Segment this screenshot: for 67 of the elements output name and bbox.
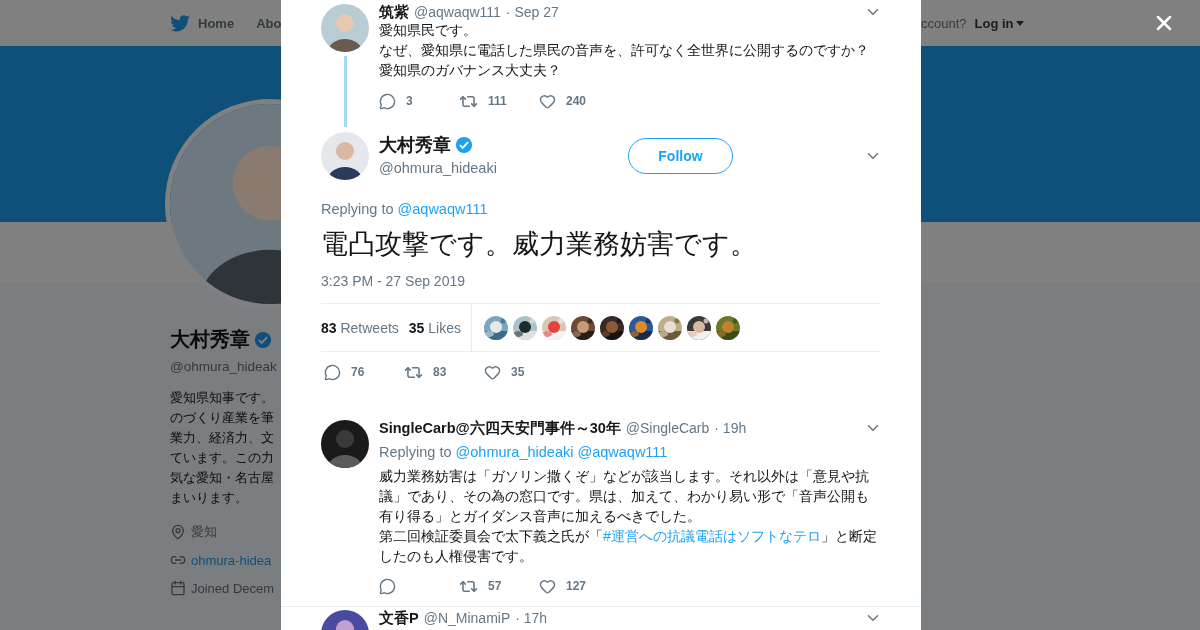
tweet-text: 議」であり、その為の窓口です。県は、加えて、わかり易い形で「音声公開も <box>379 487 870 506</box>
location-icon <box>170 524 186 540</box>
caret-icon <box>1015 20 1024 26</box>
bio-text: ています。この力 <box>170 449 275 467</box>
author-handle[interactable]: @N_MinamiP <box>423 610 511 626</box>
like-button[interactable]: 35 <box>484 363 525 381</box>
joined-date: Joined Decem <box>191 580 275 596</box>
avatar <box>321 4 369 52</box>
bird-icon <box>170 14 190 32</box>
bio-text: のづくり産業を筆 <box>170 409 275 427</box>
like-button[interactable]: 240 <box>539 92 587 110</box>
author-name[interactable]: 文香P <box>379 610 419 626</box>
tweet-time[interactable]: · 19h <box>714 420 747 436</box>
retweet-button[interactable]: 57 <box>459 576 502 596</box>
likes-stat[interactable]: 35 Likes <box>408 319 461 336</box>
reply-icon <box>379 577 396 595</box>
nav-link[interactable]: Abo <box>256 15 281 31</box>
reply-icon <box>324 363 341 381</box>
bio-text: まいります。 <box>170 489 249 507</box>
tweet-time[interactable]: · Sep 27 <box>505 4 559 20</box>
tweet-timestamp: 3:23 PM - 27 Sep 2019 <box>321 272 466 291</box>
heart-icon <box>539 92 556 110</box>
calendar-icon <box>170 580 186 596</box>
tweet-text: なぜ、愛知県に電話した県民の音声を、許可なく全世界に公開するのですか？ <box>379 41 870 60</box>
author-handle[interactable]: @SingleCarb <box>625 420 710 436</box>
avatar <box>321 420 369 468</box>
like-button[interactable]: 127 <box>539 577 587 595</box>
profile-handle: @ohmura_hideak <box>170 359 278 374</box>
account-prompt: ccount? <box>921 15 967 31</box>
follow-button[interactable]: Follow <box>627 138 733 174</box>
author-handle[interactable]: @ohmura_hideaki <box>379 158 497 178</box>
replying-label: Replying to <box>379 443 452 462</box>
tweet-text: 愛知県民です。 <box>379 21 478 40</box>
profile-name: 大村秀章 <box>170 327 250 352</box>
retweets-stat[interactable]: 83 Retweets <box>321 319 399 336</box>
reply-icon <box>379 92 396 110</box>
login-link[interactable]: Log in <box>974 15 1024 31</box>
bio-text: 気な愛知・名古屋 <box>170 469 275 487</box>
tweet-time[interactable]: · 17h <box>515 610 548 626</box>
reply-button[interactable]: 3 <box>379 92 413 110</box>
mention-link[interactable]: @aqwaqw111 <box>397 199 488 219</box>
retweet-button[interactable]: 83 <box>404 362 447 382</box>
retweet-button[interactable]: 111 <box>459 91 507 111</box>
author-name[interactable]: SingleCarb@六四天安門事件～30年 <box>379 420 621 436</box>
mention-link[interactable]: @ohmura_hideaki <box>455 442 574 462</box>
author-name[interactable]: 大村秀章 <box>379 134 451 156</box>
replying-label: Replying to <box>321 200 394 219</box>
tweet-text: 有り得る」とガイダンス音声に加えるべきでした。 <box>379 507 702 526</box>
thread-line <box>343 56 347 127</box>
author-handle[interactable]: @aqwaqw111 <box>414 4 501 20</box>
nav-link[interactable]: Home <box>198 15 235 31</box>
tweet-text: 電凸攻撃です。威力業務妨害です。 <box>321 228 758 261</box>
tweet-text: したのも人権侵害です。 <box>379 547 534 566</box>
bio-text: 愛知県知事です。 <box>170 389 275 407</box>
tweet-text: 第二回検証委員会で太下義之氏が「#運営への抗議電話はソフトなテロ」と断定 <box>379 527 878 546</box>
heart-icon <box>539 577 556 595</box>
reply-button[interactable] <box>379 577 396 595</box>
location-text: 愛知 <box>191 523 217 541</box>
tweet-text: 威力業務妨害は「ガソリン撒くぞ」などが該当します。それ以外は「意見や抗 <box>379 467 870 486</box>
author-name[interactable]: 筑紫 <box>379 4 409 20</box>
bio-text: 業力、経済力、文 <box>170 429 275 447</box>
reply-button[interactable]: 76 <box>324 363 365 381</box>
avatar <box>321 132 369 180</box>
mention-link[interactable]: @aqwaqw111 <box>577 442 668 462</box>
hashtag-link[interactable]: #運営への抗議電話はソフトなテロ <box>603 528 821 544</box>
heart-icon <box>484 363 501 381</box>
tweet-text: 愛知県のガバナンス大丈夫？ <box>379 61 562 80</box>
